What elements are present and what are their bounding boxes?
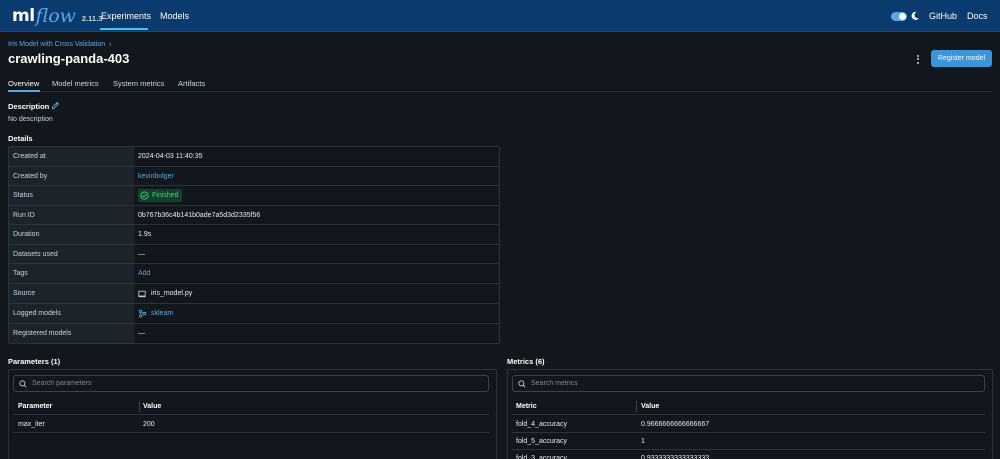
details-key: Created at (9, 147, 134, 166)
tab-model-metrics[interactable]: Model metrics (52, 79, 99, 88)
parameters-panel: Parameter Value max_iter 200 (8, 369, 497, 459)
details-key: Run ID (9, 206, 134, 224)
details-row-logged-models: Logged models sklearn (9, 304, 499, 324)
column-header-value[interactable]: Value (143, 398, 161, 415)
tabs-divider (8, 91, 992, 92)
more-options-icon[interactable] (913, 52, 923, 66)
details-row-created-at: Created at 2024-04-03 11:40:35 (9, 147, 499, 167)
details-row-tags: Tags Add (9, 264, 499, 284)
notebook-icon (138, 290, 146, 297)
details-heading: Details (8, 134, 33, 143)
details-key: Created by (9, 167, 134, 185)
metrics-table-header: Metric Value (512, 398, 985, 415)
breadcrumb-separator: › (109, 41, 112, 48)
details-row-duration: Duration 1.9s (9, 225, 499, 245)
details-key: Logged models (9, 304, 134, 323)
logged-model-link[interactable]: sklearn (151, 310, 174, 317)
status-cell: Finished (138, 186, 183, 205)
parameters-search (13, 375, 489, 392)
created-by-link[interactable]: kevinbolger (138, 167, 174, 185)
details-row-registered-models: Registered models — (9, 324, 499, 343)
source-cell: iris_model.py (138, 284, 192, 303)
column-resizer[interactable] (139, 401, 140, 412)
metrics-search (512, 375, 985, 392)
details-key: Datasets used (9, 245, 134, 263)
duration-value: 1.9s (138, 231, 152, 238)
details-row-run-id: Run ID 0b767b36c4b141b0ade7a5d3d2335f56 (9, 206, 499, 225)
parameters-table-header: Parameter Value (13, 398, 489, 415)
details-key: Duration (9, 225, 134, 244)
nav-models[interactable]: Models (160, 11, 189, 21)
metrics-panel: Metric Value fold_4_accuracy 0.966666666… (507, 369, 993, 459)
moon-icon (911, 11, 919, 20)
top-navbar: ml flow 2.11.3 Experiments Models GitHub… (0, 0, 1000, 32)
table-row: fold_3_accuracy 0.9333333333333333 (512, 450, 985, 459)
run-id-value: 0b767b36c4b141b0ade7a5d3d2335f56 (138, 211, 261, 219)
tab-active-indicator (8, 90, 40, 92)
details-row-created-by: Created by kevinbolger (9, 167, 499, 186)
status-badge: Finished (138, 189, 183, 202)
search-icon (518, 379, 526, 387)
table-row: max_iter 200 (13, 416, 489, 433)
metric-value: 0.9666666666666667 (641, 421, 710, 428)
column-resizer[interactable] (636, 401, 637, 412)
metric-name-link[interactable]: fold_5_accuracy (516, 433, 567, 450)
logged-models-cell: sklearn (138, 304, 174, 323)
details-key: Status (9, 186, 134, 205)
nav-experiments[interactable]: Experiments (101, 11, 151, 21)
parameters-heading: Parameters (1) (8, 357, 61, 366)
metrics-heading: Metrics (6) (507, 357, 545, 366)
page-title: crawling-panda-403 (8, 51, 130, 66)
tab-overview[interactable]: Overview (8, 79, 39, 88)
details-row-source: Source iris_model.py (9, 284, 499, 304)
add-tag-link[interactable]: Add (138, 264, 150, 283)
check-circle-icon (140, 191, 149, 200)
column-header-metric[interactable]: Metric (516, 398, 537, 415)
metric-value: 0.9333333333333333 (641, 455, 710, 459)
details-row-status: Status Finished (9, 186, 499, 206)
source-link[interactable]: iris_model.py (151, 290, 192, 297)
registered-models-value: — (138, 330, 145, 337)
nav-github[interactable]: GitHub (929, 11, 957, 21)
details-key: Registered models (9, 324, 134, 343)
parameter-name: max_iter (18, 421, 45, 428)
table-row: fold_4_accuracy 0.9666666666666667 (512, 416, 985, 433)
details-key: Source (9, 284, 134, 303)
breadcrumb: Iris Model with Cross Validation › (8, 41, 111, 48)
status-text: Finished (152, 192, 179, 199)
logo-flow-text: flow (35, 5, 76, 27)
column-header-parameter[interactable]: Parameter (18, 398, 52, 415)
parameters-search-input[interactable] (32, 380, 455, 387)
toggle-knob (899, 13, 906, 20)
metric-name-link[interactable]: fold_3_accuracy (516, 450, 567, 459)
model-icon (138, 309, 147, 318)
nav-docs[interactable]: Docs (967, 11, 988, 21)
metric-value: 1 (641, 438, 645, 445)
table-row: fold_5_accuracy 1 (512, 433, 985, 450)
description-heading: Description (8, 102, 50, 111)
logo-ml-text: ml (12, 6, 35, 26)
details-table: Created at 2024-04-03 11:40:35 Created b… (8, 146, 500, 344)
breadcrumb-experiment-link[interactable]: Iris Model with Cross Validation (8, 41, 105, 48)
created-at-value: 2024-04-03 11:40:35 (138, 153, 203, 160)
metrics-search-input[interactable] (531, 380, 951, 387)
details-key: Tags (9, 264, 134, 283)
version-label: 2.11.3 (81, 14, 103, 23)
column-header-value[interactable]: Value (641, 398, 659, 415)
parameter-value: 200 (143, 421, 155, 428)
pencil-icon[interactable] (51, 101, 60, 110)
register-model-button[interactable]: Register model (931, 50, 992, 67)
search-icon (19, 379, 27, 387)
metric-name-link[interactable]: fold_4_accuracy (516, 416, 567, 433)
nav-active-indicator (100, 28, 148, 30)
tab-artifacts[interactable]: Artifacts (178, 79, 205, 88)
mlflow-logo[interactable]: ml flow 2.11.3 (12, 6, 102, 26)
dark-mode-toggle[interactable] (891, 12, 907, 21)
details-row-datasets-used: Datasets used — (9, 245, 499, 264)
description-text: No description (8, 116, 53, 123)
tab-system-metrics[interactable]: System metrics (113, 79, 164, 88)
datasets-used-value: — (138, 250, 145, 258)
